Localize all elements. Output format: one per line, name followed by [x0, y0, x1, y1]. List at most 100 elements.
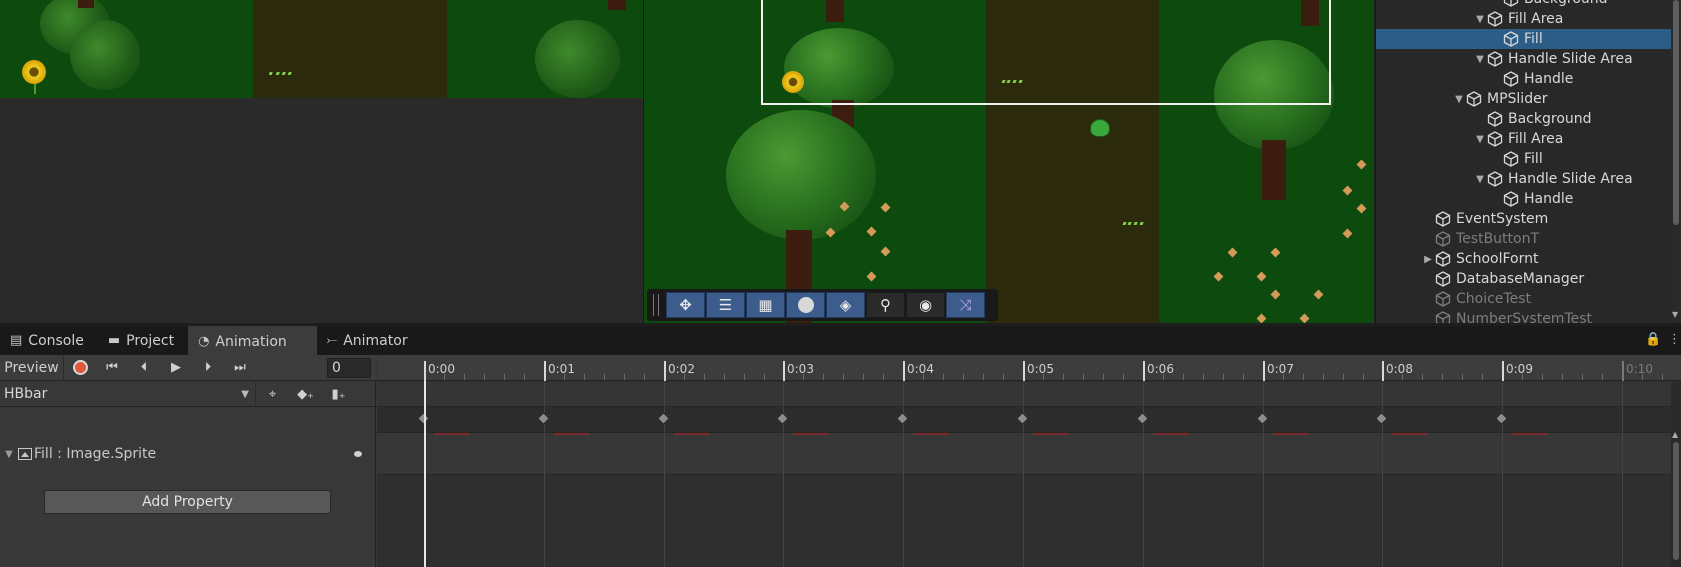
preview-button[interactable]: Preview: [0, 354, 64, 381]
scrollbar-thumb[interactable]: [1673, 442, 1679, 560]
ruler-minor-tick: [1283, 374, 1284, 380]
ruler-tick: [903, 361, 905, 381]
expanded-arrow-icon[interactable]: ▼: [1473, 54, 1487, 65]
expanded-arrow-icon[interactable]: ▼: [1473, 174, 1487, 185]
hierarchy-item-label: MPSlider: [1487, 91, 1548, 107]
hierarchy-item[interactable]: ▶ SchoolFornt: [1376, 249, 1672, 269]
ruler-minor-tick: [1442, 374, 1443, 380]
add-event-icon[interactable]: ▮₊: [322, 382, 355, 406]
clip-dropdown[interactable]: HBbar ▼: [0, 382, 256, 406]
hierarchy-item[interactable]: DatabaseManager: [1376, 269, 1672, 289]
ruler-tick: [1622, 361, 1624, 381]
hierarchy-item[interactable]: Fill: [1376, 149, 1672, 169]
tree-bush: [70, 20, 140, 90]
timeline-area[interactable]: 0:00 0:01 0:02 0:03 0:04 0:05 0:06 0:07 0:08 0:09…: [377, 355, 1681, 567]
next-keyframe-icon: ⏵: [204, 360, 212, 375]
tab-animator[interactable]: ⤚ Animator: [317, 326, 422, 355]
playhead-line[interactable]: [424, 381, 426, 567]
ruler-minor-tick: [1183, 374, 1184, 380]
camera-visibility-icon[interactable]: ◉: [906, 292, 945, 318]
hierarchy-scrollbar[interactable]: ▼: [1671, 0, 1681, 323]
first-keyframe-icon: ⏮: [106, 360, 118, 375]
property-dot-icon[interactable]: [354, 451, 362, 457]
ground-sparkle: [880, 246, 891, 257]
ruler-minor-tick: [1642, 374, 1643, 380]
shading-sphere-icon[interactable]: [786, 292, 825, 318]
hierarchy-item[interactable]: Handle: [1376, 69, 1672, 89]
toolbar-grip-handle[interactable]: [653, 294, 659, 316]
scrollbar-thumb[interactable]: [1673, 0, 1679, 225]
hierarchy-item[interactable]: TestButtonT: [1376, 229, 1672, 249]
move-tool-icon[interactable]: ✥: [666, 292, 705, 318]
hierarchy-item[interactable]: Background: [1376, 0, 1672, 9]
lock-icon[interactable]: 🔒: [1645, 332, 1661, 347]
next-keyframe-button[interactable]: ⏵: [192, 355, 224, 381]
hierarchy-item-label: Fill: [1524, 151, 1543, 167]
expanded-arrow-icon[interactable]: ▼: [1452, 94, 1466, 105]
layers-icon[interactable]: ◈: [826, 292, 865, 318]
hierarchy-item[interactable]: ▼ Handle Slide Area: [1376, 49, 1672, 69]
ruler-minor-tick: [1243, 374, 1244, 380]
expanded-arrow-icon[interactable]: ▼: [1473, 134, 1487, 145]
sprite-key-mark: [554, 433, 590, 435]
grid-snap-icon[interactable]: ▦: [746, 292, 785, 318]
scroll-up-icon[interactable]: ▲: [1672, 430, 1678, 439]
scene-view-panel[interactable]: [643, 0, 1374, 323]
search-icon[interactable]: ⚲: [866, 292, 905, 318]
property-track[interactable]: [377, 433, 1681, 475]
frame-input[interactable]: 0: [327, 358, 371, 378]
gameobject-cube-icon: [1503, 71, 1519, 87]
gameobject-cube-icon: [1487, 11, 1503, 27]
first-keyframe-button[interactable]: ⏮: [96, 355, 128, 381]
ruler-tick: [664, 361, 666, 381]
ruler-minor-tick: [1402, 374, 1403, 380]
hierarchy-item[interactable]: EventSystem: [1376, 209, 1672, 229]
timeline-grid-line: [903, 381, 904, 567]
collapsed-arrow-icon[interactable]: ▶: [1421, 254, 1435, 265]
record-button[interactable]: [64, 355, 96, 381]
ground-sparkle: [880, 202, 891, 213]
hierarchy-item[interactable]: Background: [1376, 109, 1672, 129]
tree-trunk: [78, 0, 94, 8]
gameobject-cube-icon: [1435, 291, 1451, 307]
hierarchy-item[interactable]: ▼ Fill Area: [1376, 129, 1672, 149]
keyframe-track[interactable]: [377, 407, 1681, 433]
hierarchy-item[interactable]: ChoiceTest: [1376, 289, 1672, 309]
game-view-render: [0, 0, 643, 98]
image-icon: [18, 448, 32, 460]
tab-animation[interactable]: ◔ Animation: [188, 326, 317, 355]
expanded-arrow-icon[interactable]: ▼: [1473, 14, 1487, 25]
hierarchy-item[interactable]: NumberSystemTest: [1376, 309, 1672, 323]
hierarchy-item[interactable]: Handle: [1376, 189, 1672, 209]
scroll-down-icon[interactable]: ▼: [1672, 310, 1678, 319]
property-row[interactable]: ▼ Fill : Image.Sprite: [0, 442, 376, 466]
hierarchy-item[interactable]: ▼ Fill Area: [1376, 9, 1672, 29]
hierarchy-item[interactable]: ▼ Handle Slide Area: [1376, 169, 1672, 189]
canvas-selection-rect[interactable]: [761, 0, 1331, 105]
ruler-tick: [424, 361, 426, 381]
filter-by-selection-icon[interactable]: ⌖: [256, 382, 289, 406]
add-property-button[interactable]: Add Property: [44, 490, 331, 514]
ruler-minor-tick: [524, 374, 525, 380]
shuffle-icon[interactable]: ⤨: [946, 292, 985, 318]
previous-keyframe-button[interactable]: ⏴: [128, 355, 160, 381]
add-keyframe-icon[interactable]: ◆₊: [289, 382, 322, 406]
sprite-key-mark: [1153, 433, 1189, 435]
tab-console[interactable]: ▤ Console: [0, 326, 98, 355]
hierarchy-item[interactable]: ▼ MPSlider: [1376, 89, 1672, 109]
hierarchy-item[interactable]: Fill: [1376, 29, 1672, 49]
ruler-minor-tick: [1482, 374, 1483, 380]
tab-project[interactable]: ▬ Project: [98, 326, 188, 355]
ruler-minor-tick: [684, 374, 685, 380]
timeline-scrollbar[interactable]: ▲: [1671, 382, 1681, 567]
time-ruler[interactable]: 0:00 0:01 0:02 0:03 0:04 0:05 0:06 0:07 0:08 0:09…: [377, 355, 1681, 381]
animation-properties-pane: Preview ⏮ ⏴ ▶ ⏵ ⏭ 0 HBbar ▼ ⌖ ◆₊ ▮₊ ▼ Fi…: [0, 354, 376, 567]
ruler-tick-label: 0:04: [907, 362, 934, 376]
more-options-icon[interactable]: ⋮: [1668, 332, 1681, 347]
play-button[interactable]: ▶: [160, 355, 192, 381]
last-keyframe-button[interactable]: ⏭: [224, 355, 256, 381]
rect-tool-icon[interactable]: ☰: [706, 292, 745, 318]
add-property-label: Add Property: [142, 494, 233, 510]
ruler-tick-label: 0:09: [1506, 362, 1533, 376]
expand-triangle-icon[interactable]: ▼: [0, 449, 18, 460]
